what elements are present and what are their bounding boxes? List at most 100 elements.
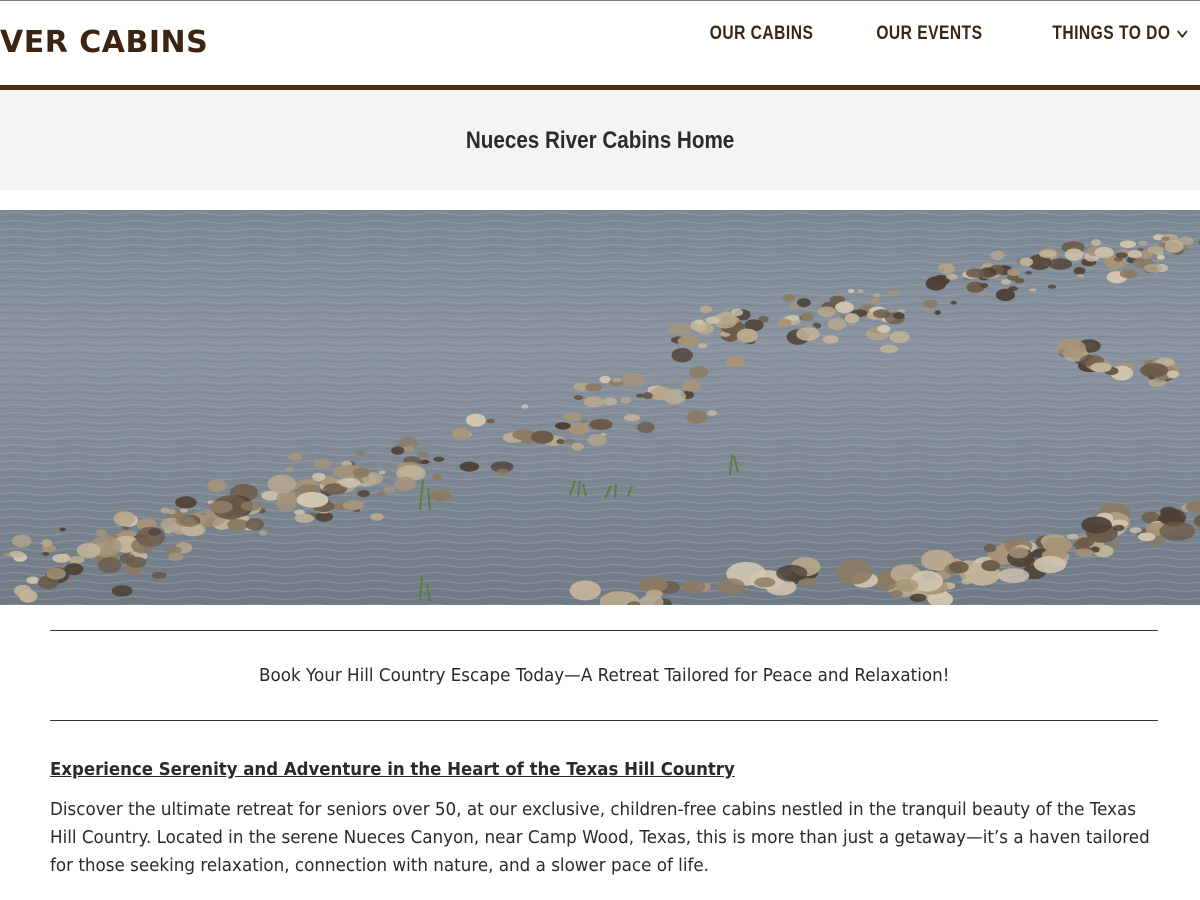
pebble [1048,258,1073,270]
pebble [1164,239,1184,253]
pebble [1075,548,1094,557]
pebble [416,451,429,458]
pebble [782,294,796,302]
pebble [934,310,941,315]
pebble [76,542,101,559]
pebble [827,318,847,331]
pebble [642,392,653,400]
pebble [394,476,416,492]
pebble [1029,288,1037,292]
nav-things-to-do[interactable]: THINGS TO DO [1052,23,1188,45]
pebble [890,589,903,598]
pebble [1115,252,1128,259]
pebble [923,299,938,308]
pebble [459,461,479,472]
pebble [990,250,1005,261]
pebble [352,467,370,478]
pebble [624,414,640,422]
pebble [681,580,706,594]
pebble [1019,257,1034,267]
pebble [1143,264,1163,273]
pebble [1039,249,1057,259]
pebble [69,556,85,564]
pebble [1073,267,1086,275]
pebble [111,585,133,597]
pebble [12,534,32,548]
pebble [961,578,972,585]
pebble [981,560,1000,572]
site-logo[interactable]: VER CABINS [0,25,208,60]
chevron-down-icon [1177,24,1188,38]
pebble [726,355,745,368]
pebble [1007,268,1020,276]
main-nav: OUR CABINS OUR EVENTS THINGS TO DO [647,23,1188,45]
content-section: Book Your Hill Country Escape Today—A Re… [50,630,1158,880]
pebble [294,513,315,523]
pebble [1119,240,1136,248]
pebble [378,470,387,475]
pebble [620,396,632,404]
section-heading: Experience Serenity and Adventure in the… [50,759,735,780]
pebble [521,404,529,409]
pebble [873,293,881,298]
pebble [668,322,692,336]
pebble [64,563,84,576]
pebble [383,486,396,493]
pebble [1091,239,1102,246]
pebble [612,377,622,383]
pebble [848,288,855,294]
page-title: Nueces River Cabins Home [465,127,735,154]
pebble [197,535,205,540]
pebble [113,511,136,527]
pebble [1056,339,1086,358]
pebble [566,438,574,444]
site-header: VER CABINS OUR CABINS OUR EVENTS THINGS … [0,0,1200,90]
pebble [466,413,486,427]
pebble [1119,269,1138,279]
pebble [1094,246,1114,259]
pebble [429,490,452,502]
pebble [895,578,919,592]
pebble [245,518,265,531]
pebble [650,386,672,401]
pebble [531,430,554,444]
pebble [822,335,839,344]
pebble [567,422,590,435]
pebble [1008,546,1029,559]
pebble [995,288,1016,302]
tagline-text: Book Your Hill Country Escape Today—A Re… [258,665,950,686]
pebble [207,479,227,493]
nav-our-events[interactable]: OUR EVENTS [877,23,983,45]
nav-our-cabins[interactable]: OUR CABINS [710,23,814,45]
pebble [122,526,130,530]
pebble [3,552,10,558]
pebble [19,589,38,603]
pebble [949,561,969,574]
intro-paragraph: Discover the ultimate retreat for senior… [50,799,1150,876]
pebble [946,273,958,280]
pebble [41,539,53,547]
pebble [1047,284,1057,289]
pebble [844,313,860,324]
pebble [287,452,303,461]
pebble [59,527,66,532]
pebble [563,412,582,422]
pebble [240,501,261,511]
pebble [1025,271,1032,275]
title-band: Nueces River Cabins Home [0,90,1200,190]
pebble [1138,240,1148,246]
pebble [1042,537,1073,554]
pebble [645,589,663,599]
nav-our-events-label: OUR EVENTS [876,23,983,44]
pebble [313,459,332,469]
pebble [168,552,184,561]
pebble [699,305,713,314]
pebble [1033,556,1066,573]
nav-things-to-do-label: THINGS TO DO [1052,23,1171,44]
pebble [950,301,957,305]
pebble [754,577,776,588]
pebble [698,343,708,349]
pebble [569,580,601,601]
nav-our-cabins-label: OUR CABINS [709,23,814,44]
pebble [1090,362,1112,373]
